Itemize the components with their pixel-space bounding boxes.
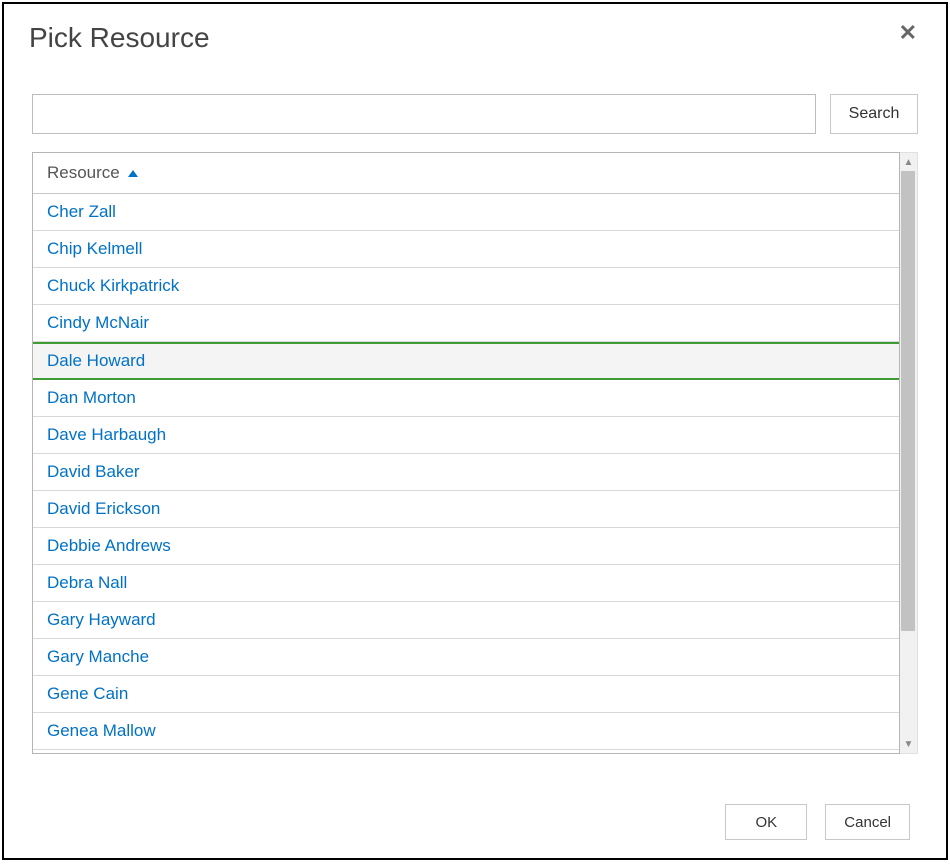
column-header-resource[interactable]: Resource — [33, 153, 899, 194]
table-row[interactable]: Genea Mallow — [33, 713, 899, 750]
pick-resource-dialog: Pick Resource ✕ Search Resource Cher Zal… — [2, 2, 948, 860]
table-row[interactable]: Cher Zall — [33, 194, 899, 231]
search-button[interactable]: Search — [830, 94, 918, 134]
sort-ascending-icon — [128, 170, 138, 177]
resource-link[interactable]: Cher Zall — [47, 202, 116, 221]
table-row[interactable]: Dave Harbaugh — [33, 417, 899, 454]
resource-table: Resource Cher Zall Chip Kelmell Chuck Kirk… — [32, 152, 900, 754]
resource-link[interactable]: Chuck Kirkpatrick — [47, 276, 179, 295]
table-row[interactable]: Debbie Andrews — [33, 528, 899, 565]
dialog-footer: OK Cancel — [725, 804, 910, 840]
table-row[interactable]: Debra Nall — [33, 565, 899, 602]
resource-link[interactable]: Cindy McNair — [47, 313, 149, 332]
table-row[interactable]: Chuck Kirkpatrick — [33, 268, 899, 305]
ok-button[interactable]: OK — [725, 804, 807, 840]
resource-link[interactable]: Gene Cain — [47, 684, 128, 703]
list-wrap: Resource Cher Zall Chip Kelmell Chuck Kirk… — [32, 152, 918, 754]
resource-link[interactable]: Gary Hayward — [47, 610, 156, 629]
resource-link[interactable]: Gary Manche — [47, 647, 149, 666]
table-row[interactable]: Gary Hayward — [33, 602, 899, 639]
table-row[interactable]: Chip Kelmell — [33, 231, 899, 268]
table-body: Cher Zall Chip Kelmell Chuck Kirkpatrick Ci… — [33, 194, 899, 750]
resource-link[interactable]: Chip Kelmell — [47, 239, 142, 258]
scrollbar[interactable]: ▲ ▼ — [900, 152, 918, 754]
resource-link[interactable]: David Erickson — [47, 499, 160, 518]
resource-link[interactable]: Dale Howard — [47, 351, 145, 370]
resource-link[interactable]: Debra Nall — [47, 573, 127, 592]
search-input[interactable] — [32, 94, 816, 134]
scroll-thumb[interactable] — [901, 171, 915, 631]
scroll-down-icon[interactable]: ▼ — [900, 735, 917, 753]
resource-link[interactable]: Dave Harbaugh — [47, 425, 166, 444]
search-row: Search — [32, 94, 918, 134]
table-row[interactable]: Cindy McNair — [33, 305, 899, 342]
resource-link[interactable]: Genea Mallow — [47, 721, 156, 740]
dialog-title: Pick Resource — [29, 22, 210, 54]
scroll-up-icon[interactable]: ▲ — [900, 153, 917, 171]
resource-link[interactable]: Dan Morton — [47, 388, 136, 407]
dialog-content: Search Resource Cher Zall Chip Kelmell Chu… — [4, 64, 946, 754]
close-icon[interactable]: ✕ — [895, 22, 921, 44]
table-row[interactable]: David Baker — [33, 454, 899, 491]
cancel-button[interactable]: Cancel — [825, 804, 910, 840]
table-row[interactable]: David Erickson — [33, 491, 899, 528]
table-row[interactable]: Dan Morton — [33, 380, 899, 417]
table-row[interactable]: Gene Cain — [33, 676, 899, 713]
table-row[interactable]: Dale Howard — [33, 342, 899, 380]
resource-link[interactable]: David Baker — [47, 462, 140, 481]
column-header-label: Resource — [47, 163, 120, 183]
resource-link[interactable]: Debbie Andrews — [47, 536, 171, 555]
table-row[interactable]: Gary Manche — [33, 639, 899, 676]
dialog-header: Pick Resource ✕ — [4, 4, 946, 64]
